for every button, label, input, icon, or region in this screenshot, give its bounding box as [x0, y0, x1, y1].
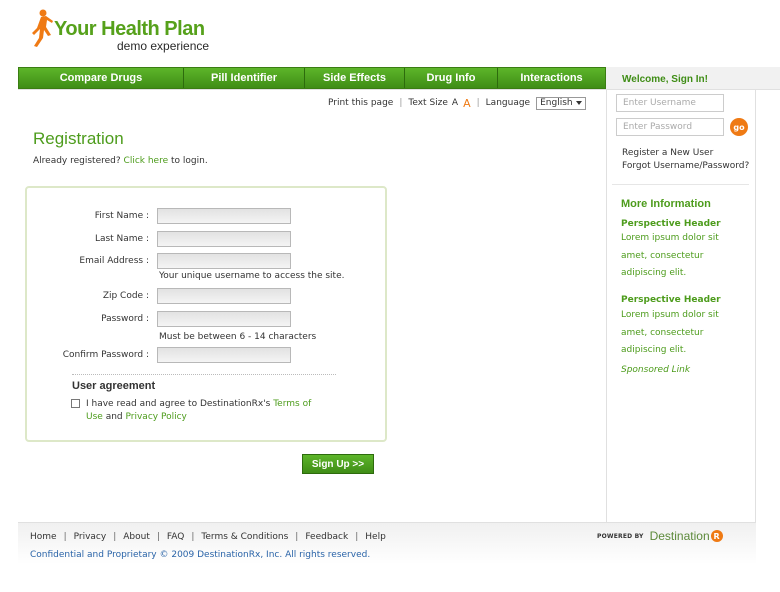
password-placeholder: Enter Password: [623, 122, 693, 132]
terms-link[interactable]: Terms of: [273, 399, 311, 409]
footer-link-feedback[interactable]: Feedback: [305, 532, 348, 542]
signup-button[interactable]: Sign Up >>: [302, 454, 374, 474]
powered-by-logo[interactable]: POWERED BY Destination R: [597, 529, 723, 543]
page-title: Registration: [33, 129, 124, 148]
agreement-cont: Use and Privacy Policy: [86, 411, 316, 424]
perspective-line: Lorem ipsum dolor sit: [621, 310, 719, 320]
footer-link-help[interactable]: Help: [365, 532, 386, 542]
perspective-line: adipiscing elit.: [621, 268, 687, 278]
perspective-line: adipiscing elit.: [621, 345, 687, 355]
password-field[interactable]: [157, 311, 291, 327]
login-link[interactable]: Click here: [124, 156, 169, 166]
confirm-row: Confirm Password :: [27, 347, 385, 363]
privacy-link[interactable]: Privacy Policy: [126, 412, 187, 422]
password-hint: Must be between 6 - 14 characters: [159, 332, 317, 342]
nav-compare-drugs[interactable]: Compare Drugs: [19, 68, 184, 88]
runner-icon: [32, 9, 53, 47]
perspective-body: Lorem ipsum dolor sit amet, consectetur …: [621, 230, 741, 283]
agreement-prefix: I have read and agree to DestinationRx's: [86, 399, 271, 409]
confirm-label: Confirm Password :: [62, 350, 149, 360]
checkbox-icon[interactable]: [71, 399, 80, 408]
perspective-line: amet, consectetur: [621, 250, 704, 261]
sponsored-link[interactable]: Sponsored Link: [621, 365, 690, 375]
register-link[interactable]: Register a New User: [622, 148, 713, 158]
footer-divider: |: [355, 532, 359, 542]
nav-pill-identifier[interactable]: Pill Identifier: [184, 68, 305, 88]
sidebar-divider: [612, 184, 749, 185]
password-row: Password :: [27, 311, 385, 327]
registration-form: First Name : Last Name : Email Address :…: [25, 186, 387, 442]
zip-row: Zip Code :: [27, 288, 385, 304]
already-registered: Already registered? Click here to login.: [33, 156, 208, 166]
tools-divider: |: [476, 98, 480, 108]
password-label: Password :: [101, 314, 149, 324]
agreement-and: and: [105, 412, 123, 422]
email-label: Email Address :: [79, 256, 149, 266]
footer-divider: |: [156, 532, 160, 542]
language-select[interactable]: English: [536, 96, 587, 110]
email-field[interactable]: [157, 253, 291, 269]
more-info-title: More Information: [621, 198, 711, 210]
first-name-field[interactable]: [157, 208, 291, 224]
perspective-body: Lorem ipsum dolor sit amet, consectetur …: [621, 307, 741, 360]
tools-bar: Print this page | Text Size A A | Langua…: [328, 96, 587, 110]
email-hint: Your unique username to access the site.: [159, 271, 345, 281]
first-name-row: First Name :: [27, 208, 385, 224]
perspective-header[interactable]: Perspective Header: [621, 219, 721, 229]
go-button[interactable]: go: [730, 118, 748, 136]
last-name-field[interactable]: [157, 231, 291, 247]
logo-title: Your Health Plan: [54, 18, 205, 40]
text-size-label: Text Size: [408, 98, 448, 108]
divider: [72, 374, 336, 375]
footer-link-home[interactable]: Home: [30, 532, 57, 542]
powered-by-label: POWERED BY: [597, 532, 644, 540]
username-input[interactable]: Enter Username: [616, 94, 724, 112]
footer-divider: |: [63, 532, 67, 542]
main-nav: Compare Drugs Pill Identifier Side Effec…: [18, 67, 606, 89]
email-row: Email Address :: [27, 253, 385, 269]
footer-link-privacy[interactable]: Privacy: [74, 532, 107, 542]
already-suffix: to login.: [171, 156, 208, 166]
forgot-link[interactable]: Forgot Username/Password?: [622, 161, 749, 171]
perspective-header[interactable]: Perspective Header: [621, 295, 721, 305]
copyright: Confidential and Proprietary © 2009 Dest…: [30, 550, 371, 560]
nav-side-effects[interactable]: Side Effects: [305, 68, 405, 88]
footer-link-faq[interactable]: FAQ: [167, 532, 184, 542]
zip-field[interactable]: [157, 288, 291, 304]
text-size-large[interactable]: A: [463, 97, 471, 110]
language-label: Language: [485, 98, 531, 108]
chevron-down-icon: [576, 101, 583, 105]
password-input[interactable]: Enter Password: [616, 118, 724, 136]
perspective-line: amet, consectetur: [621, 327, 704, 338]
already-prefix: Already registered?: [33, 156, 121, 166]
footer-link-about[interactable]: About: [123, 532, 150, 542]
username-placeholder: Enter Username: [623, 98, 696, 108]
footer-link-terms[interactable]: Terms & Conditions: [201, 532, 288, 542]
footer-divider: |: [295, 532, 299, 542]
last-name-row: Last Name :: [27, 231, 385, 247]
zip-label: Zip Code :: [102, 291, 149, 301]
logo-subtitle: demo experience: [117, 39, 210, 53]
site-logo[interactable]: Your Health Plan demo experience: [28, 8, 228, 58]
brand-name: Destination: [649, 529, 710, 543]
confirm-password-field[interactable]: [157, 347, 291, 363]
welcome-text: Welcome, Sign In!: [622, 74, 708, 85]
text-size-small[interactable]: A: [452, 98, 458, 108]
nav-drug-info[interactable]: Drug Info: [405, 68, 498, 88]
agreement-text: I have read and agree to DestinationRx's…: [86, 398, 316, 424]
tools-divider: |: [399, 98, 403, 108]
language-value: English: [540, 98, 573, 108]
footer-divider: |: [191, 532, 195, 542]
footer-divider: |: [113, 532, 117, 542]
brand-badge-icon: R: [710, 530, 723, 542]
footer-links: Home | Privacy | About | FAQ | Terms & C…: [30, 532, 386, 542]
terms-link-cont[interactable]: Use: [86, 412, 103, 422]
first-name-label: First Name :: [94, 211, 149, 221]
perspective-line: Lorem ipsum dolor sit: [621, 233, 719, 243]
agreement-title: User agreement: [72, 380, 156, 392]
last-name-label: Last Name :: [94, 234, 149, 244]
nav-interactions[interactable]: Interactions: [498, 68, 605, 88]
print-link[interactable]: Print this page: [328, 98, 393, 108]
